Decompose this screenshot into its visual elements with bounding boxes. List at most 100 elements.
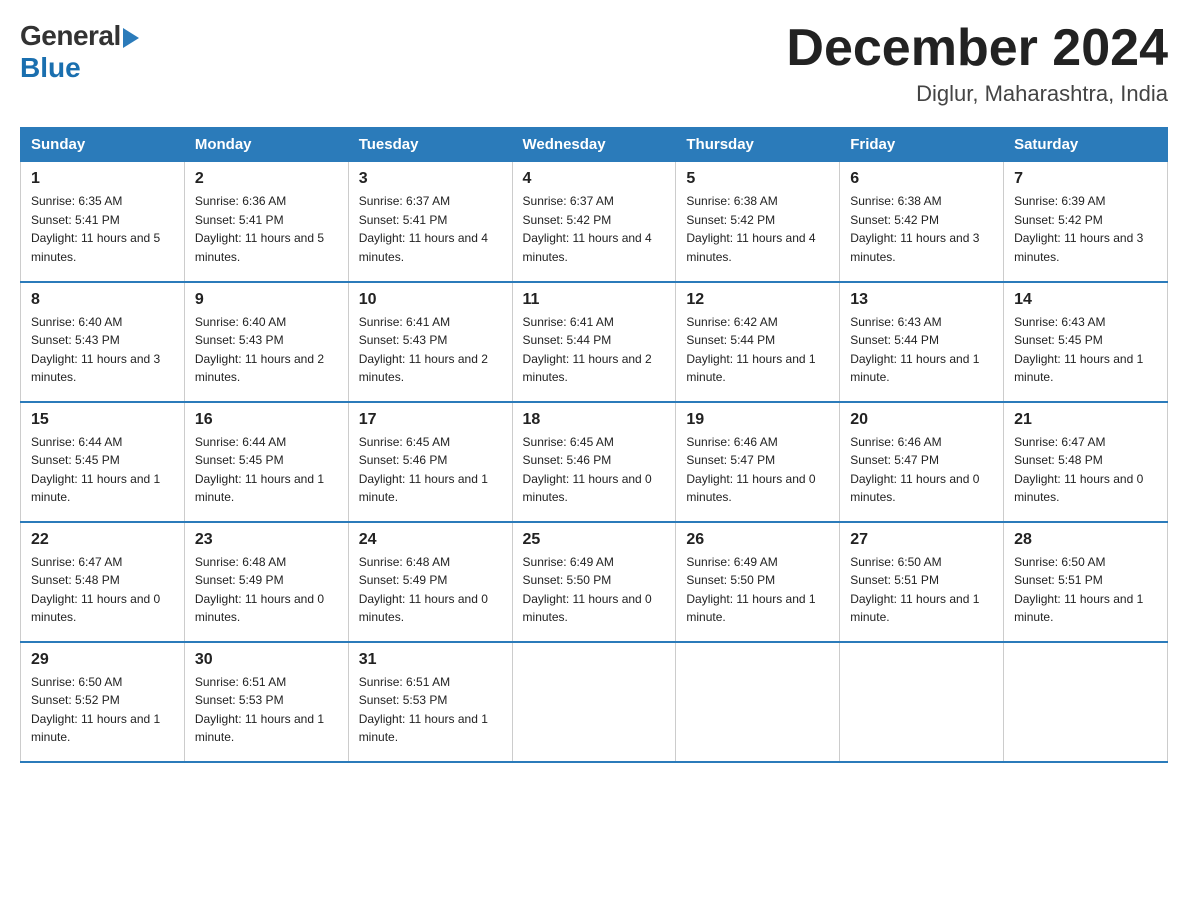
day-number: 3	[359, 170, 502, 188]
day-info: Sunrise: 6:50 AMSunset: 5:52 PMDaylight:…	[31, 673, 174, 747]
day-number: 31	[359, 651, 502, 669]
header-friday: Friday	[840, 128, 1004, 162]
calendar-header-row: SundayMondayTuesdayWednesdayThursdayFrid…	[21, 128, 1168, 162]
day-info: Sunrise: 6:36 AMSunset: 5:41 PMDaylight:…	[195, 192, 338, 266]
calendar-week-2: 8Sunrise: 6:40 AMSunset: 5:43 PMDaylight…	[21, 282, 1168, 402]
day-info: Sunrise: 6:35 AMSunset: 5:41 PMDaylight:…	[31, 192, 174, 266]
day-number: 2	[195, 170, 338, 188]
day-number: 24	[359, 531, 502, 549]
day-number: 7	[1014, 170, 1157, 188]
day-info: Sunrise: 6:49 AMSunset: 5:50 PMDaylight:…	[523, 553, 666, 627]
day-number: 11	[523, 291, 666, 309]
day-number: 22	[31, 531, 174, 549]
day-number: 17	[359, 411, 502, 429]
calendar-week-3: 15 Sunrise: 6:44 AMSunset: 5:45 PMDayligh…	[21, 402, 1168, 522]
day-number: 15	[31, 411, 174, 429]
day-info: Sunrise: 6:49 AMSunset: 5:50 PMDaylight:…	[686, 553, 829, 627]
calendar-day-cell: 24 Sunrise: 6:48 AMSunset: 5:49 PMDayligh…	[348, 522, 512, 642]
day-number: 12	[686, 291, 829, 309]
header-wednesday: Wednesday	[512, 128, 676, 162]
calendar-day-cell: 11 Sunrise: 6:41 AMSunset: 5:44 PMDayligh…	[512, 282, 676, 402]
logo-blue-text: Blue	[20, 52, 81, 84]
day-info: Sunrise: 6:45 AMSunset: 5:46 PMDaylight:…	[523, 433, 666, 507]
day-number: 1	[31, 170, 174, 188]
calendar-week-5: 29 Sunrise: 6:50 AMSunset: 5:52 PMDayligh…	[21, 642, 1168, 762]
calendar-day-cell: 18Sunrise: 6:45 AMSunset: 5:46 PMDayligh…	[512, 402, 676, 522]
day-info: Sunrise: 6:41 AMSunset: 5:44 PMDaylight:…	[523, 313, 666, 387]
day-number: 29	[31, 651, 174, 669]
day-number: 23	[195, 531, 338, 549]
calendar-day-cell	[840, 642, 1004, 762]
month-title: December 2024	[786, 20, 1168, 77]
day-number: 16	[195, 411, 338, 429]
calendar-day-cell: 12 Sunrise: 6:42 AMSunset: 5:44 PMDayligh…	[676, 282, 840, 402]
calendar-day-cell: 1 Sunrise: 6:35 AMSunset: 5:41 PMDaylight…	[21, 162, 185, 282]
calendar-day-cell: 13 Sunrise: 6:43 AMSunset: 5:44 PMDayligh…	[840, 282, 1004, 402]
day-info: Sunrise: 6:44 AMSunset: 5:45 PMDaylight:…	[195, 433, 338, 507]
day-number: 5	[686, 170, 829, 188]
calendar-day-cell: 9 Sunrise: 6:40 AMSunset: 5:43 PMDaylight…	[184, 282, 348, 402]
header-saturday: Saturday	[1004, 128, 1168, 162]
day-info: Sunrise: 6:46 AMSunset: 5:47 PMDaylight:…	[686, 433, 829, 507]
day-number: 28	[1014, 531, 1157, 549]
day-number: 26	[686, 531, 829, 549]
day-info: Sunrise: 6:42 AMSunset: 5:44 PMDaylight:…	[686, 313, 829, 387]
calendar-table: SundayMondayTuesdayWednesdayThursdayFrid…	[20, 127, 1168, 763]
day-number: 10	[359, 291, 502, 309]
day-info: Sunrise: 6:39 AMSunset: 5:42 PMDaylight:…	[1014, 192, 1157, 266]
calendar-day-cell: 29 Sunrise: 6:50 AMSunset: 5:52 PMDayligh…	[21, 642, 185, 762]
calendar-day-cell: 25 Sunrise: 6:49 AMSunset: 5:50 PMDayligh…	[512, 522, 676, 642]
day-info: Sunrise: 6:41 AMSunset: 5:43 PMDaylight:…	[359, 313, 502, 387]
calendar-day-cell: 17 Sunrise: 6:45 AMSunset: 5:46 PMDayligh…	[348, 402, 512, 522]
day-info: Sunrise: 6:43 AMSunset: 5:44 PMDaylight:…	[850, 313, 993, 387]
calendar-day-cell: 8Sunrise: 6:40 AMSunset: 5:43 PMDaylight…	[21, 282, 185, 402]
title-block: December 2024 Diglur, Maharashtra, India	[786, 20, 1168, 107]
day-info: Sunrise: 6:46 AMSunset: 5:47 PMDaylight:…	[850, 433, 993, 507]
day-info: Sunrise: 6:48 AMSunset: 5:49 PMDaylight:…	[359, 553, 502, 627]
calendar-day-cell	[1004, 642, 1168, 762]
calendar-day-cell: 31Sunrise: 6:51 AMSunset: 5:53 PMDayligh…	[348, 642, 512, 762]
day-info: Sunrise: 6:40 AMSunset: 5:43 PMDaylight:…	[195, 313, 338, 387]
calendar-day-cell: 10 Sunrise: 6:41 AMSunset: 5:43 PMDayligh…	[348, 282, 512, 402]
calendar-day-cell: 2 Sunrise: 6:36 AMSunset: 5:41 PMDaylight…	[184, 162, 348, 282]
calendar-day-cell: 27 Sunrise: 6:50 AMSunset: 5:51 PMDayligh…	[840, 522, 1004, 642]
day-info: Sunrise: 6:48 AMSunset: 5:49 PMDaylight:…	[195, 553, 338, 627]
calendar-day-cell: 14Sunrise: 6:43 AMSunset: 5:45 PMDayligh…	[1004, 282, 1168, 402]
day-info: Sunrise: 6:40 AMSunset: 5:43 PMDaylight:…	[31, 313, 174, 387]
calendar-day-cell: 5 Sunrise: 6:38 AMSunset: 5:42 PMDaylight…	[676, 162, 840, 282]
day-number: 13	[850, 291, 993, 309]
calendar-day-cell: 16 Sunrise: 6:44 AMSunset: 5:45 PMDayligh…	[184, 402, 348, 522]
header-tuesday: Tuesday	[348, 128, 512, 162]
day-number: 20	[850, 411, 993, 429]
calendar-day-cell: 3 Sunrise: 6:37 AMSunset: 5:41 PMDaylight…	[348, 162, 512, 282]
day-info: Sunrise: 6:37 AMSunset: 5:41 PMDaylight:…	[359, 192, 502, 266]
day-number: 27	[850, 531, 993, 549]
calendar-day-cell: 6Sunrise: 6:38 AMSunset: 5:42 PMDaylight…	[840, 162, 1004, 282]
day-info: Sunrise: 6:45 AMSunset: 5:46 PMDaylight:…	[359, 433, 502, 507]
page-header: General Blue December 2024 Diglur, Mahar…	[20, 20, 1168, 107]
calendar-day-cell: 15Sunrise: 6:44 AMSunset: 5:45 PMDayligh…	[21, 402, 185, 522]
calendar-day-cell: 19 Sunrise: 6:46 AMSunset: 5:47 PMDayligh…	[676, 402, 840, 522]
day-info: Sunrise: 6:38 AMSunset: 5:42 PMDaylight:…	[686, 192, 829, 266]
day-number: 9	[195, 291, 338, 309]
day-info: Sunrise: 6:50 AMSunset: 5:51 PMDaylight:…	[1014, 553, 1157, 627]
day-info: Sunrise: 6:50 AMSunset: 5:51 PMDaylight:…	[850, 553, 993, 627]
calendar-week-1: 1 Sunrise: 6:35 AMSunset: 5:41 PMDaylight…	[21, 162, 1168, 282]
calendar-day-cell: 26 Sunrise: 6:49 AMSunset: 5:50 PMDayligh…	[676, 522, 840, 642]
day-info: Sunrise: 6:47 AMSunset: 5:48 PMDaylight:…	[31, 553, 174, 627]
calendar-day-cell: 30 Sunrise: 6:51 AMSunset: 5:53 PMDayligh…	[184, 642, 348, 762]
calendar-day-cell: 7 Sunrise: 6:39 AMSunset: 5:42 PMDaylight…	[1004, 162, 1168, 282]
day-number: 30	[195, 651, 338, 669]
calendar-day-cell: 21Sunrise: 6:47 AMSunset: 5:48 PMDayligh…	[1004, 402, 1168, 522]
day-info: Sunrise: 6:38 AMSunset: 5:42 PMDaylight:…	[850, 192, 993, 266]
calendar-day-cell	[512, 642, 676, 762]
calendar-week-4: 22 Sunrise: 6:47 AMSunset: 5:48 PMDayligh…	[21, 522, 1168, 642]
header-thursday: Thursday	[676, 128, 840, 162]
day-info: Sunrise: 6:47 AMSunset: 5:48 PMDaylight:…	[1014, 433, 1157, 507]
day-number: 19	[686, 411, 829, 429]
calendar-day-cell: 4Sunrise: 6:37 AMSunset: 5:42 PMDaylight…	[512, 162, 676, 282]
day-info: Sunrise: 6:51 AMSunset: 5:53 PMDaylight:…	[195, 673, 338, 747]
day-number: 25	[523, 531, 666, 549]
header-monday: Monday	[184, 128, 348, 162]
location-text: Diglur, Maharashtra, India	[786, 81, 1168, 107]
